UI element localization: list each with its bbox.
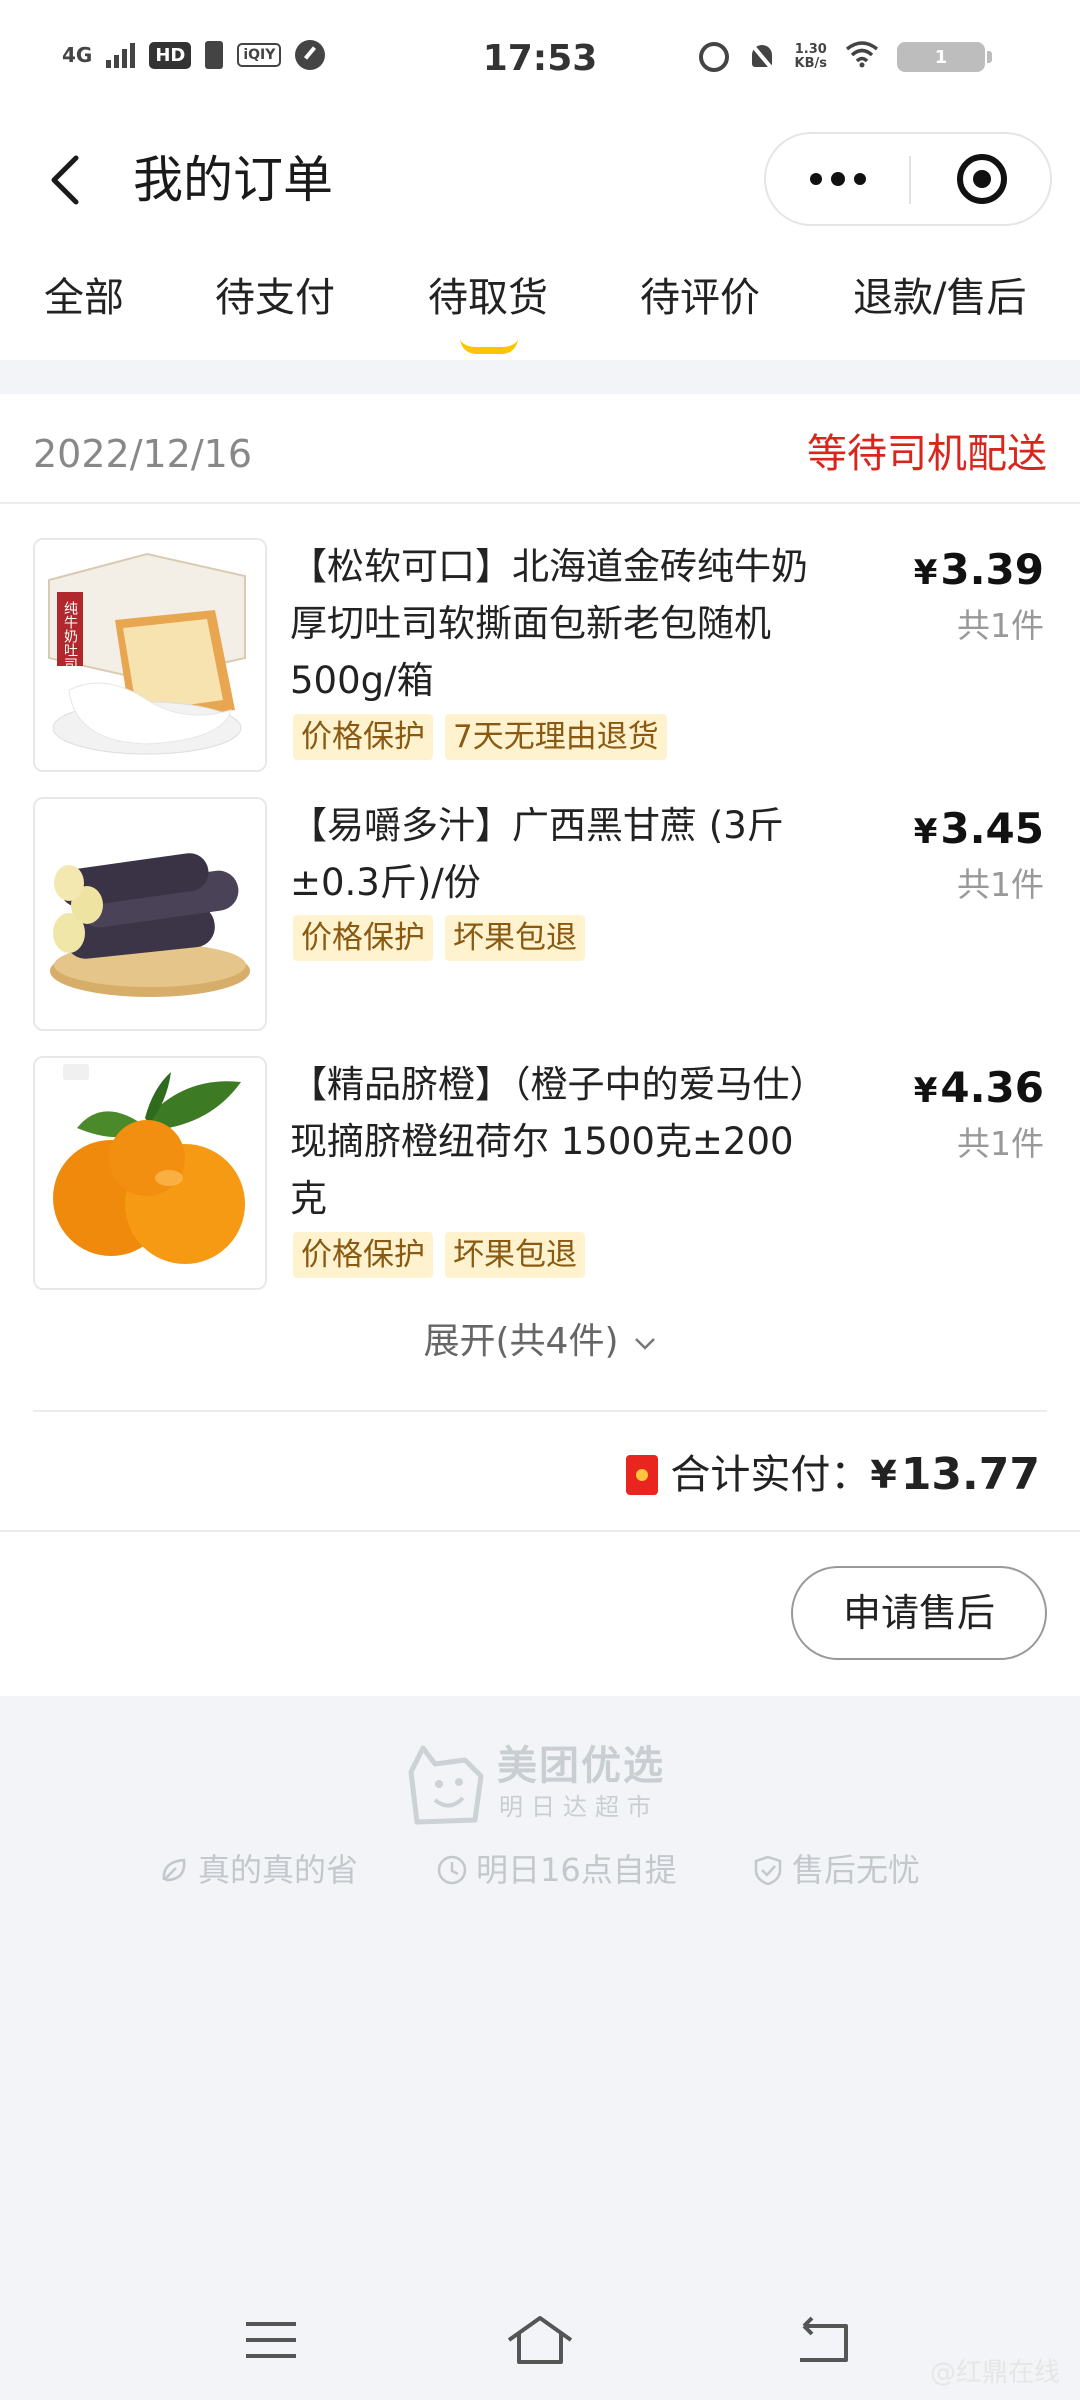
tag-price-protect: 价格保护 [293,1232,433,1278]
item-price: ¥3.45 [913,804,1044,853]
shield-icon [754,1855,782,1886]
miniprogram-capsule [764,132,1052,226]
order-status: 等待司机配送 [807,431,1047,477]
title-bar: 我的订单 [0,120,1080,240]
speed-unit: KB/s [794,56,827,71]
home-nav-button[interactable] [505,2310,575,2370]
return-icon [800,2316,848,2362]
order-card[interactable]: 2022/12/16 等待司机配送 纯牛奶吐司 【松软可口】北海道金砖纯牛奶厚切… [0,394,1080,1696]
status-bar: 4G HD iQIY 17:53 1.30 KB/s 1 [0,0,1080,120]
expand-label: 展开(共4件) [423,1321,619,1362]
order-tabs: 全部 待支付 待取货 待评价 退款/售后 [0,268,1080,360]
more-menu-button[interactable] [766,134,909,224]
home-icon [507,2316,573,2364]
tag-return-7days: 7天无理由退货 [445,714,667,760]
meituan-bag-logo-icon [408,1745,484,1825]
divider [0,1530,1080,1532]
brand-footer: 美团优选 明日达超市 [405,1742,705,1832]
brand-name: 美团优选 [497,1743,665,1789]
slogan-save: 真的真的省 [158,1848,358,1892]
red-packet-icon [626,1455,659,1495]
clock-icon [437,1855,467,1885]
dot-icon [830,172,845,186]
menu-icon [246,2322,296,2358]
system-nav-bar [0,2290,1080,2390]
tag-price-protect: 价格保护 [293,714,433,760]
tab-pending-review[interactable]: 待评价 [640,268,760,328]
brand-subtitle: 明日达超市 [499,1793,659,1821]
back-arrow-icon [51,155,79,205]
wifi-icon [845,40,879,74]
item-tags: 价格保护 坏果包退 [293,915,585,961]
back-nav-button[interactable] [788,2310,858,2370]
watermark: @红鼎在线 [929,2358,1060,2388]
item-quantity: 共1件 [957,606,1044,645]
chevron-down-icon [633,1315,657,1371]
dot-icon [809,173,822,185]
mute-bell-icon [747,42,777,72]
order-item[interactable]: 【精品脐橙】（橙子中的爱马仕）现摘脐橙纽荷尔 1500克±200克 价格保护 坏… [0,1056,1080,1296]
divider [33,1410,1047,1412]
total-label: 合计实付： [670,1452,871,1498]
item-quantity: 共1件 [957,1124,1044,1163]
tab-refund-aftersale[interactable]: 退款/售后 [853,268,1026,328]
expand-items-button[interactable]: 展开(共4件) [0,1314,1080,1371]
item-title: 【松软可口】北海道金砖纯牛奶厚切吐司软撕面包新老包随机 500g/箱 [290,545,808,702]
tab-pending-pickup[interactable]: 待取货 [428,268,548,328]
slogan-aftersale: 售后无忧 [752,1848,920,1892]
leaf-icon [162,1858,186,1882]
target-icon [956,154,1007,204]
order-item[interactable]: 【易嚼多汁】广西黑甘蔗 (3斤±0.3斤)/份 价格保护 坏果包退 ¥3.45 … [0,797,1080,1037]
battery-icon: 1 [897,42,992,72]
order-item[interactable]: 纯牛奶吐司 【松软可口】北海道金砖纯牛奶厚切吐司软撕面包新老包随机 500g/箱… [0,538,1080,778]
alarm-icon [698,42,729,72]
order-total: 合计实付： ¥ 13.77 [626,1440,1040,1510]
item-price: ¥4.36 [913,1063,1044,1112]
order-date: 2022/12/16 [33,432,253,476]
dot-icon [853,173,866,185]
tab-pending-payment[interactable]: 待支付 [215,268,335,328]
tag-price-protect: 价格保护 [293,915,433,961]
item-title: 【易嚼多汁】广西黑甘蔗 (3斤±0.3斤)/份 [290,804,784,904]
close-miniprogram-button[interactable] [911,134,1052,224]
speed-value: 1.30 [794,42,827,57]
item-tags: 价格保护 坏果包退 [293,1232,585,1278]
total-amount: 13.77 [900,1449,1040,1500]
item-quantity: 共1件 [957,865,1044,904]
page-title: 我的订单 [133,151,333,209]
network-speed: 1.30 KB/s [795,43,827,71]
navel-orange-image [33,1056,267,1290]
divider [0,502,1080,504]
tab-all[interactable]: 全部 [44,268,124,328]
item-title: 【精品脐橙】（橙子中的爱马仕）现摘脐橙纽荷尔 1500克±200克 [290,1063,808,1220]
menu-nav-button[interactable] [236,2310,306,2370]
total-currency: ¥ [870,1453,897,1497]
toast-bread-image: 纯牛奶吐司 [33,538,267,772]
sugarcane-image [33,797,267,1031]
service-slogans: 真的真的省 明日16点自提 售后无忧 [0,1848,1080,1898]
tag-bad-fruit-refund: 坏果包退 [445,1232,585,1278]
active-tab-indicator [460,338,518,354]
back-button[interactable] [38,150,98,210]
tag-bad-fruit-refund: 坏果包退 [445,915,585,961]
apply-aftersale-button[interactable]: 申请售后 [791,1566,1047,1660]
product-image-label: 纯牛奶吐司 [62,601,78,671]
slogan-pickup: 明日16点自提 [436,1848,677,1892]
item-tags: 价格保护 7天无理由退货 [293,714,667,760]
item-price: ¥3.39 [913,545,1044,594]
